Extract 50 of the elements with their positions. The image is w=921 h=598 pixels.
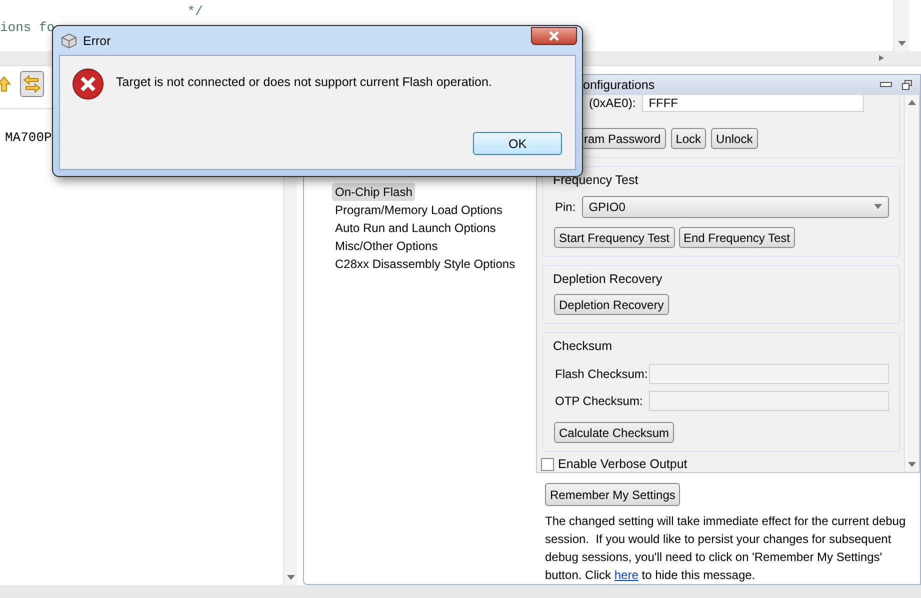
password-button[interactable]: Unlock <box>711 128 758 149</box>
checksum-field[interactable] <box>649 364 889 384</box>
tree-item[interactable]: C28xx Disassembly Style Options <box>332 255 518 273</box>
swap-arrows-icon <box>23 75 41 93</box>
group-title: Frequency Test <box>553 173 640 187</box>
checkbox-label: Enable Verbose Output <box>558 457 688 471</box>
dialog-title: Error <box>83 34 112 48</box>
field-label: OTP Checksum: <box>555 394 643 408</box>
error-icon <box>72 68 104 100</box>
vertical-scrollbar[interactable] <box>904 95 919 472</box>
close-button[interactable] <box>531 26 577 44</box>
checksum-field[interactable] <box>649 391 889 411</box>
restore-icon[interactable] <box>902 80 912 90</box>
scroll-right-icon[interactable] <box>877 54 885 61</box>
hide-message-link[interactable]: here <box>614 568 638 582</box>
ok-button[interactable]: OK <box>473 132 562 155</box>
close-icon <box>548 30 560 40</box>
dropdown-caret-icon[interactable] <box>874 204 882 210</box>
frequency-test-button[interactable]: End Frequency Test <box>678 227 796 248</box>
group-title: Checksum <box>553 339 614 353</box>
toolbar-button[interactable] <box>20 71 44 97</box>
scroll-down-icon[interactable] <box>898 40 906 47</box>
notice-text: The changed setting will take immediate effect for the current debug session. If you would like to persist your changes for subsequent debug sessions, you'll need to click on 'Remember My Settings' button. Click here to hide this message. <box>545 513 907 584</box>
minimize-icon[interactable] <box>880 82 892 88</box>
password-button[interactable]: Lock <box>670 128 706 149</box>
error-message: Target is not connected or does not support current Flash operation. <box>116 74 492 89</box>
up-arrow-icon <box>0 76 11 92</box>
calculate-checksum-button[interactable]: Calculate Checksum <box>554 422 674 443</box>
frequency-test-button[interactable]: Start Frequency Test <box>554 227 674 248</box>
scroll-down-icon[interactable] <box>286 575 294 581</box>
group-title: Depletion Recovery <box>553 272 664 286</box>
tree-item[interactable]: Auto Run and Launch Options <box>332 219 499 237</box>
code-line: ions fo <box>0 20 55 36</box>
remember-settings-button[interactable]: Remember My Settings <box>545 483 680 506</box>
panel-title: onfigurations <box>583 78 656 92</box>
tree-item[interactable]: On-Chip Flash <box>332 183 416 201</box>
vertical-scrollbar[interactable] <box>893 0 909 51</box>
pin-dropdown[interactable]: GPIO0 <box>582 196 889 218</box>
field-label: (0xAE0): <box>589 96 636 110</box>
password-field[interactable]: FFFF <box>642 95 864 112</box>
field-label: Pin: <box>555 200 576 214</box>
code-text: MA700P <box>5 130 52 145</box>
cube-icon <box>61 32 77 48</box>
tree-item[interactable]: Misc/Other Options <box>332 237 441 255</box>
checkbox[interactable] <box>541 458 554 470</box>
code-line: */ <box>186 4 203 20</box>
scroll-up-icon[interactable] <box>908 99 916 105</box>
scroll-down-icon[interactable] <box>908 462 916 468</box>
depletion-recovery-button[interactable]: Depletion Recovery <box>554 294 669 315</box>
tree-item[interactable]: Program/Memory Load Options <box>332 201 506 219</box>
